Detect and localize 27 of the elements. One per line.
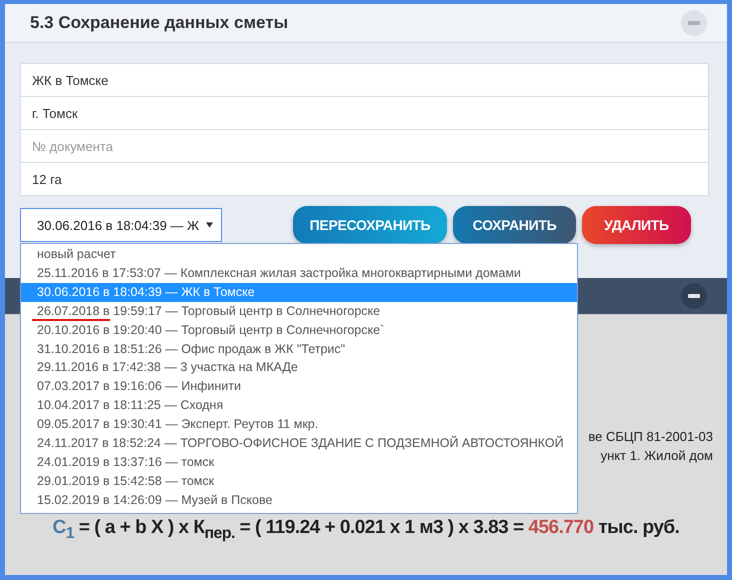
- estimate-select[interactable]: 30.06.2016 в 18:04:39 — Ж: [20, 208, 222, 242]
- dropdown-option[interactable]: 29.11.2016 в 17:42:38 — 3 участка на МКАДе: [21, 358, 577, 378]
- section-title: 5.3 Сохранение данных сметы: [30, 13, 288, 33]
- dropdown-option[interactable]: 09.05.2017 в 19:30:41 — Эксперт. Реутов 11 мкр.: [21, 415, 577, 434]
- caret-icon: [206, 222, 213, 228]
- dropdown-option[interactable]: 31.10.2016 в 18:51:26 — Офис продаж в ЖК "Тетрис": [21, 340, 577, 358]
- input-field[interactable]: 12 га: [20, 162, 709, 196]
- input-field[interactable]: г. Томск: [20, 96, 709, 130]
- dropdown-option[interactable]: 24.11.2017 в 18:52:24 — ТОРГОВО-ОФИСНОЕ ЗДАНИЕ С ПОДЗЕМНОЙ АВТОСТОЯНКОЙ: [21, 434, 577, 453]
- action-button[interactable]: СОХРАНИТЬ: [453, 206, 576, 244]
- text-fragment: ве СБЦП 81-2001-03: [588, 429, 713, 444]
- collapse-icon[interactable]: [681, 283, 707, 309]
- input-field[interactable]: ЖК в Томске: [20, 63, 709, 97]
- text-fragment: ункт 1. Жилой дом: [600, 448, 713, 463]
- dropdown-option[interactable]: 25.11.2016 в 17:53:07 — Комплексная жилая застройка многоквартирными домами: [21, 264, 577, 283]
- dropdown-option[interactable]: 29.01.2019 в 15:42:58 — томск: [21, 472, 577, 491]
- dropdown-option[interactable]: 07.03.2017 в 19:16:06 — Инфинити: [21, 377, 577, 396]
- dropdown-option[interactable]: 15.02.2019 в 14:26:09 — Музей в Пскове: [21, 490, 577, 510]
- dropdown-option[interactable]: 10.04.2017 в 18:11:25 — Сходня: [21, 396, 577, 416]
- action-button[interactable]: УДАЛИТЬ: [582, 206, 691, 244]
- input-field[interactable]: № документа: [20, 129, 709, 163]
- dropdown-option[interactable]: новый расчет: [21, 245, 577, 264]
- action-button[interactable]: ПЕРЕСОХРАНИТЬ: [293, 206, 447, 244]
- formula: C$_{1}$ = ( a + b X ) x К$_{пер.}$ = ( 119.24 + 0.021 x 1 м3 ) x 3.83 = 456.770 тыс. руб.: [52, 517, 680, 543]
- dropdown-option[interactable]: 24.01.2019 в 13:37:16 — томск: [21, 452, 577, 472]
- dropdown-option[interactable]: 26.07.2018 в 19:59:17 — Торговый центр в Солнечногорске: [21, 302, 577, 321]
- dropdown-option[interactable]: 20.10.2016 в 19:20:40 — Торговый центр в Солнечногорске`: [21, 320, 577, 340]
